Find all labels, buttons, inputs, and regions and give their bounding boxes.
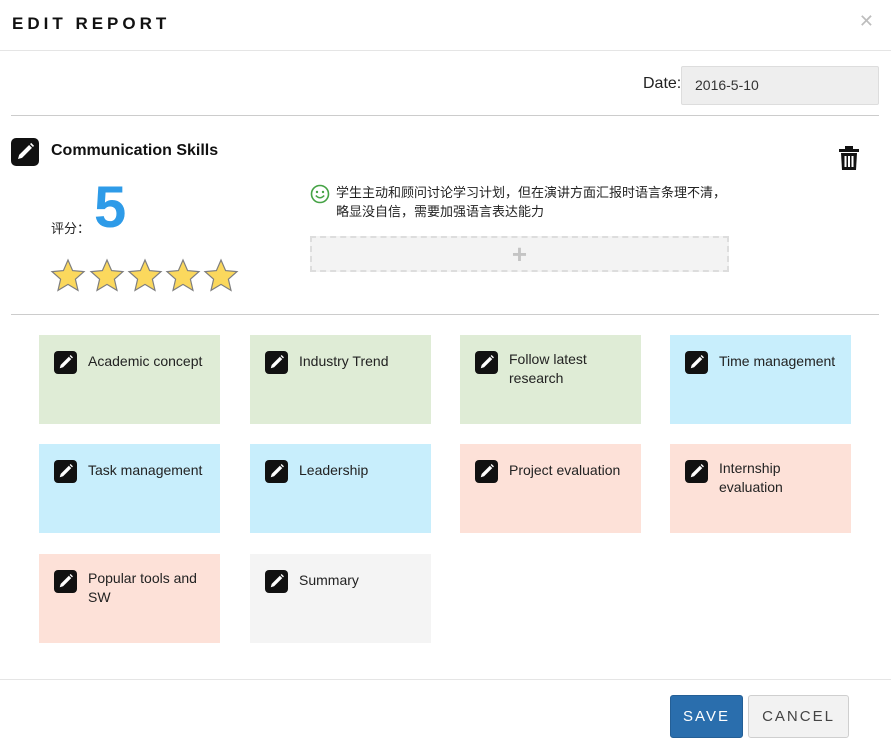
pencil-icon[interactable] bbox=[11, 138, 39, 166]
pencil-icon[interactable] bbox=[54, 351, 77, 374]
smile-icon bbox=[310, 184, 330, 204]
category-label: Project evaluation bbox=[509, 462, 621, 478]
pencil-icon[interactable] bbox=[265, 570, 288, 593]
pencil-icon[interactable] bbox=[265, 460, 288, 483]
star-icon[interactable] bbox=[203, 258, 239, 294]
category-label: Time management bbox=[719, 353, 836, 369]
plus-icon: + bbox=[511, 239, 528, 269]
close-icon[interactable]: ✕ bbox=[859, 12, 874, 30]
category-tile-follow-latest-research[interactable]: Follow latest research bbox=[460, 335, 641, 424]
pencil-icon[interactable] bbox=[54, 570, 77, 593]
category-tile-time-management[interactable]: Time management bbox=[670, 335, 851, 424]
divider bbox=[11, 115, 879, 116]
category-tile-industry-trend[interactable]: Industry Trend bbox=[250, 335, 431, 424]
star-icon[interactable] bbox=[165, 258, 201, 294]
category-label: Popular tools and SW bbox=[88, 570, 197, 605]
date-label: Date: bbox=[643, 75, 682, 92]
star-icon[interactable] bbox=[89, 258, 125, 294]
modal-title: EDIT REPORT bbox=[12, 14, 171, 33]
pencil-icon[interactable] bbox=[475, 460, 498, 483]
star-icon[interactable] bbox=[127, 258, 163, 294]
category-tile-summary[interactable]: Summary bbox=[250, 554, 431, 643]
pencil-icon[interactable] bbox=[685, 460, 708, 483]
star-icon[interactable] bbox=[50, 258, 86, 294]
footer-divider bbox=[0, 679, 891, 680]
add-comment-button[interactable]: + bbox=[310, 236, 729, 272]
category-label: Academic concept bbox=[88, 353, 203, 369]
cancel-button[interactable]: CANCEL bbox=[748, 695, 849, 738]
category-label: Leadership bbox=[299, 462, 369, 478]
score-label: 评分： bbox=[51, 221, 91, 236]
category-label: Internship evaluation bbox=[719, 460, 783, 495]
pencil-icon[interactable] bbox=[685, 351, 708, 374]
pencil-icon[interactable] bbox=[265, 351, 288, 374]
modal-header: EDIT REPORT ✕ bbox=[0, 0, 891, 51]
comment-text: 学生主动和顾问讨论学习计划，但在演讲方面汇报时语言条理不清，略显没自信，需要加强… bbox=[336, 185, 727, 219]
date-input[interactable]: 2016-5-10 bbox=[681, 66, 879, 105]
pencil-icon[interactable] bbox=[54, 460, 77, 483]
category-tile-task-management[interactable]: Task management bbox=[39, 444, 220, 533]
skill-title: Communication Skills bbox=[51, 142, 219, 159]
category-label: Task management bbox=[88, 462, 203, 478]
category-tile-internship-evaluation[interactable]: Internship evaluation bbox=[670, 444, 851, 533]
divider bbox=[11, 314, 879, 315]
category-tile-popular-tools[interactable]: Popular tools and SW bbox=[39, 554, 220, 643]
category-tile-academic-concept[interactable]: Academic concept bbox=[39, 335, 220, 424]
category-tile-project-evaluation[interactable]: Project evaluation bbox=[460, 444, 641, 533]
trash-icon[interactable] bbox=[837, 145, 861, 171]
category-label: Summary bbox=[299, 572, 359, 588]
save-button[interactable]: SAVE bbox=[670, 695, 743, 738]
star-rating[interactable] bbox=[50, 258, 242, 294]
category-label: Industry Trend bbox=[299, 353, 389, 369]
score-value: 5 bbox=[94, 175, 127, 240]
pencil-icon[interactable] bbox=[475, 351, 498, 374]
category-label: Follow latest research bbox=[509, 351, 587, 386]
category-tile-leadership[interactable]: Leadership bbox=[250, 444, 431, 533]
